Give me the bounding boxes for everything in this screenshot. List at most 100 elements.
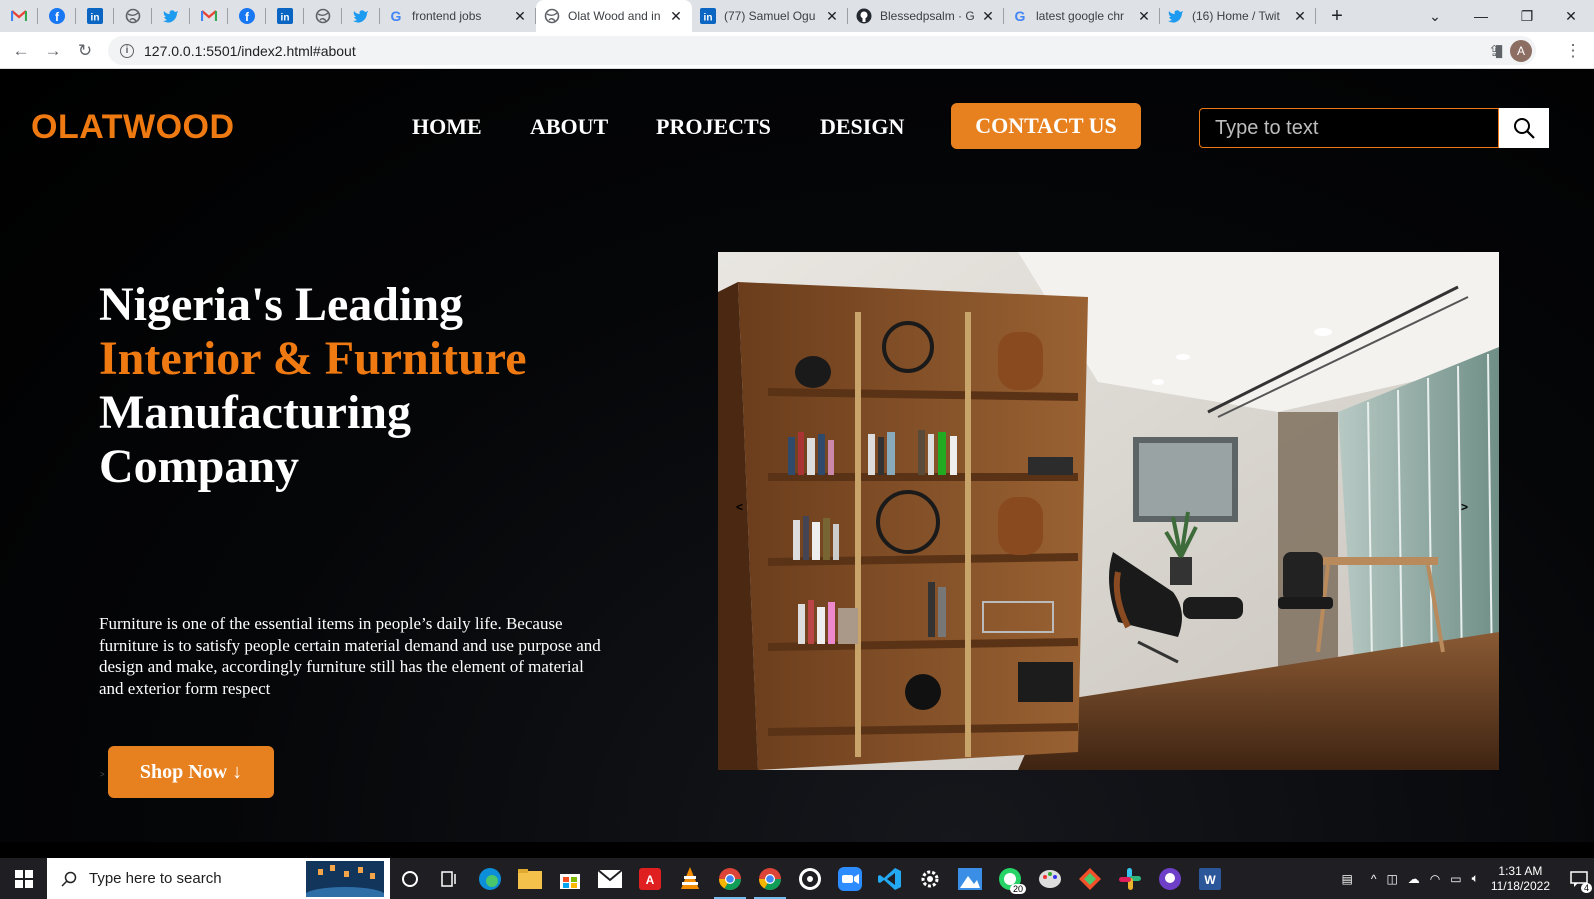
nav-projects[interactable]: PROJECTS xyxy=(656,114,771,140)
github-icon xyxy=(1159,867,1181,890)
restore-button[interactable]: ❐ xyxy=(1504,0,1550,32)
facebook-icon: f xyxy=(239,8,255,24)
side-panel-icon[interactable]: ▮ xyxy=(1486,38,1512,64)
cloud-icon[interactable]: ☁ xyxy=(1408,872,1420,886)
pinned-tab-facebook-2[interactable]: f xyxy=(228,0,266,32)
close-icon[interactable]: ✕ xyxy=(1292,8,1308,25)
close-window-button[interactable]: ✕ xyxy=(1548,0,1594,32)
shop-now-button[interactable]: Shop Now ↓ xyxy=(108,746,274,798)
linkedin-icon: in xyxy=(277,8,293,24)
taskbar-github-desktop[interactable] xyxy=(1150,858,1190,899)
browser-tab-active[interactable]: Olat Wood and in ✕ xyxy=(536,0,692,32)
twitter-icon xyxy=(163,10,178,23)
taskbar-whatsapp[interactable]: 20 xyxy=(990,858,1030,899)
notification-center-button[interactable]: 4 xyxy=(1564,858,1594,899)
svg-text:in: in xyxy=(281,13,290,24)
site-info-icon[interactable]: i xyxy=(120,43,134,58)
pinned-tab-facebook[interactable]: f xyxy=(38,0,76,32)
address-bar[interactable]: i 127.0.0.1:5501/index2.html#about ⇪ ☆ xyxy=(108,36,1536,65)
volume-icon[interactable]: 🔈︎ xyxy=(1472,871,1479,886)
new-tab-button[interactable]: + xyxy=(1322,5,1352,28)
battery-icon[interactable]: ▭ xyxy=(1450,872,1461,886)
taskbar-store[interactable] xyxy=(550,858,590,899)
forward-arrow-icon[interactable]: → xyxy=(40,38,66,64)
taskbar-paint[interactable] xyxy=(1030,858,1070,899)
windows-taskbar: Type here to search A 20 W ▤ ^ ◫ ☁ ◠ ▭ 🔈… xyxy=(0,858,1594,899)
svg-text:A: A xyxy=(646,873,655,887)
photos-icon xyxy=(958,867,982,890)
task-view-button[interactable] xyxy=(430,858,470,899)
close-icon[interactable]: ✕ xyxy=(824,8,840,25)
folder-icon xyxy=(518,868,542,889)
contact-us-button[interactable]: CONTACT US xyxy=(951,103,1141,149)
chrome-icon xyxy=(759,867,781,890)
search-icon xyxy=(1514,118,1535,139)
cortana-button[interactable] xyxy=(390,858,430,899)
pinned-tab-linkedin[interactable]: in xyxy=(76,0,114,32)
search-button[interactable] xyxy=(1499,108,1549,148)
reload-icon[interactable]: ↻ xyxy=(72,38,98,64)
taskbar-file-explorer[interactable] xyxy=(510,858,550,899)
pinned-tab-gmail-2[interactable] xyxy=(190,0,228,32)
pinned-tab-twitter-2[interactable] xyxy=(342,0,380,32)
minimize-button[interactable]: — xyxy=(1458,0,1504,32)
browser-tab[interactable]: Blessedpsalm · G ✕ xyxy=(848,0,1004,32)
nav-about[interactable]: ABOUT xyxy=(530,114,608,140)
pinned-tab-linkedin-2[interactable]: in xyxy=(266,0,304,32)
taskbar-chrome-profile-a[interactable] xyxy=(710,858,750,899)
taskbar-slack[interactable] xyxy=(1110,858,1150,899)
slider-next-arrow[interactable]: > xyxy=(1461,500,1468,514)
show-hidden-icons-chevron-icon[interactable]: ^ xyxy=(1371,872,1377,886)
taskbar-clock[interactable]: 1:31 AM 11/18/2022 xyxy=(1491,864,1550,894)
menu-kebab-icon[interactable]: ⋮ xyxy=(1560,38,1586,64)
pinned-tab-gmail[interactable] xyxy=(0,0,38,32)
chrome-icon xyxy=(719,867,741,890)
site-search-input[interactable]: Type to text xyxy=(1199,108,1499,148)
pinned-tab-twitter[interactable] xyxy=(152,0,190,32)
pinned-tab-globe-2[interactable] xyxy=(304,0,342,32)
news-widget-icon[interactable]: ▤ xyxy=(1341,872,1352,886)
pinned-tab-globe[interactable] xyxy=(114,0,152,32)
browser-tab[interactable]: G latest google chr ✕ xyxy=(1004,0,1160,32)
browser-tab[interactable]: in (77) Samuel Ogu ✕ xyxy=(692,0,848,32)
taskbar-word[interactable]: W xyxy=(1190,858,1230,899)
taskbar-vlc[interactable] xyxy=(670,858,710,899)
nav-home[interactable]: HOME xyxy=(412,114,482,140)
start-button[interactable] xyxy=(0,858,47,899)
taskbar-edge[interactable] xyxy=(470,858,510,899)
git-diamond-icon xyxy=(1079,867,1101,890)
tab-search-chevron-icon[interactable]: ⌄ xyxy=(1412,0,1458,32)
taskbar-mail[interactable] xyxy=(590,858,630,899)
browser-tab[interactable]: (16) Home / Twit ✕ xyxy=(1160,0,1316,32)
linkedin-icon: in xyxy=(87,8,103,24)
taskbar-vscode[interactable] xyxy=(870,858,910,899)
taskbar-search-box[interactable]: Type here to search xyxy=(47,858,390,899)
hero-line-2-accent: Interior & Furniture xyxy=(99,332,527,385)
profile-avatar[interactable]: A xyxy=(1510,40,1532,62)
taskbar-zoom[interactable] xyxy=(830,858,870,899)
slider-prev-arrow[interactable]: < xyxy=(736,500,743,514)
hero-line-3: Manufacturing xyxy=(99,386,411,439)
close-icon[interactable]: ✕ xyxy=(668,8,684,25)
close-icon[interactable]: ✕ xyxy=(980,8,996,25)
url-text[interactable]: 127.0.0.1:5501/index2.html#about xyxy=(144,43,356,59)
taskbar-obs[interactable] xyxy=(790,858,830,899)
meet-now-icon[interactable]: ◫ xyxy=(1386,872,1397,886)
site-logo[interactable]: OLATWOOD xyxy=(31,108,235,147)
browser-tabstrip: f in f in G frontend jobs ✕ Olat Wood an… xyxy=(0,0,1594,32)
browser-tab[interactable]: G frontend jobs ✕ xyxy=(380,0,536,32)
tab-title: (77) Samuel Ogu xyxy=(724,9,816,23)
close-icon[interactable]: ✕ xyxy=(1136,8,1152,25)
svg-text:G: G xyxy=(391,8,402,24)
wifi-icon[interactable]: ◠ xyxy=(1430,872,1440,886)
task-view-icon xyxy=(441,870,456,887)
close-icon[interactable]: ✕ xyxy=(512,8,528,25)
taskbar-chrome-profile-b[interactable] xyxy=(750,858,790,899)
taskbar-settings[interactable] xyxy=(910,858,950,899)
taskbar-git-kraken[interactable] xyxy=(1070,858,1110,899)
taskbar-acrobat[interactable]: A xyxy=(630,858,670,899)
hero-heading: Nigeria's Leading Interior & Furniture M… xyxy=(99,278,527,494)
taskbar-photos[interactable] xyxy=(950,858,990,899)
nav-design[interactable]: DESIGN xyxy=(820,114,904,140)
back-arrow-icon[interactable]: ← xyxy=(8,38,34,64)
